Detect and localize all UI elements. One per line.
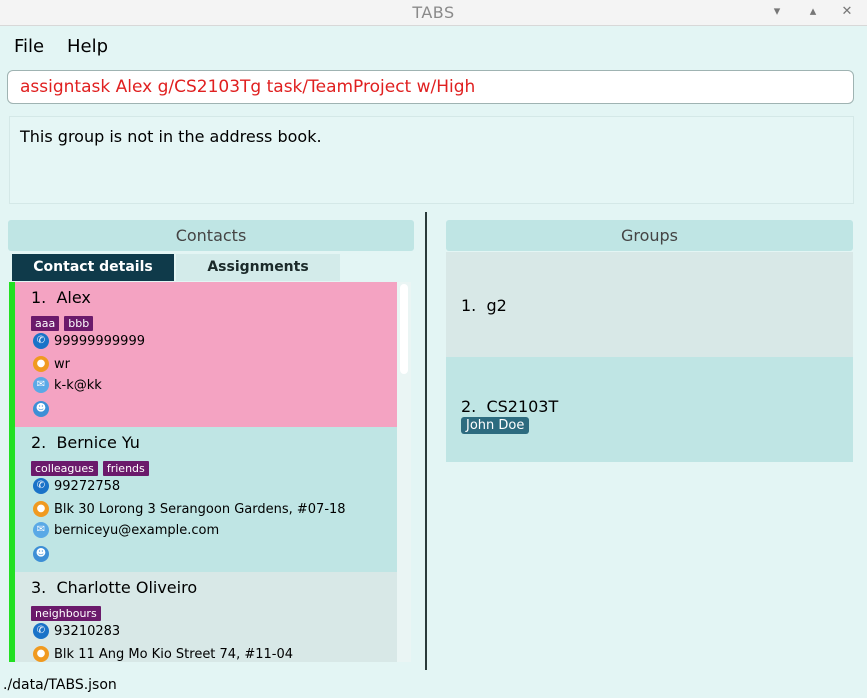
contact-card[interactable]: 2. Bernice Yu colleagues friends ✆ 9927275…	[9, 427, 397, 572]
group-list: 1. g2 2. CS2103T John Doe	[446, 252, 853, 662]
tag: colleagues	[31, 461, 98, 476]
contact-index: 1.	[31, 288, 47, 307]
contact-address: ● Blk 30 Lorong 3 Serangoon Gardens, #07-…	[33, 501, 346, 519]
tag: neighbours	[31, 606, 101, 621]
people-icon: ☻	[33, 400, 49, 417]
group-index: 2.	[461, 397, 477, 416]
result-display: This group is not in the address book.	[9, 116, 854, 204]
scrollbar-thumb[interactable]	[400, 284, 408, 374]
phone-icon: ✆	[33, 478, 49, 494]
envelope-icon: ✉	[33, 522, 49, 538]
group-name-text: CS2103T	[486, 397, 559, 416]
contact-name-text: Charlotte Oliveiro	[56, 578, 198, 597]
save-location: ./data/TABS.json	[3, 677, 117, 693]
split-divider[interactable]	[425, 212, 427, 670]
phone-icon: ✆	[33, 333, 49, 349]
contact-name-text: Bernice Yu	[56, 433, 140, 452]
group-name-text: g2	[486, 296, 507, 315]
group-card[interactable]: 2. CS2103T John Doe	[446, 357, 853, 462]
contact-phone: ✆ 93210283	[33, 623, 120, 641]
title-bar: TABS ▾ ▴ ✕	[0, 0, 867, 26]
menu-help[interactable]: Help	[67, 36, 108, 57]
contacts-tab-bar: Contact details Assignments	[8, 253, 414, 281]
group-member-badge: John Doe	[461, 417, 530, 434]
contact-tags: aaa bbb	[31, 312, 98, 331]
contact-groups: ☻	[33, 400, 54, 419]
contact-tags: colleagues friends	[31, 457, 154, 476]
contact-name-text: Alex	[56, 288, 91, 307]
contact-card[interactable]: 1. Alex aaa bbb ✆ 99999999999 ● wr ✉ k-k@kk …	[9, 282, 397, 427]
contacts-header: Contacts	[8, 220, 414, 251]
close-button[interactable]: ✕	[837, 2, 857, 22]
contact-tags: neighbours	[31, 602, 106, 621]
contact-address: ● wr	[33, 356, 70, 374]
tag: friends	[102, 461, 149, 476]
phone-icon: ✆	[33, 623, 49, 639]
location-pin-icon: ●	[33, 501, 49, 517]
group-name: 2. CS2103T	[461, 397, 558, 416]
contact-address: ● Blk 11 Ang Mo Kio Street 74, #11-04	[33, 646, 293, 662]
maximize-button[interactable]: ▴	[803, 2, 823, 22]
groups-header: Groups	[446, 220, 853, 251]
status-bar: ./data/TABS.json	[0, 670, 867, 698]
menu-file[interactable]: File	[14, 36, 44, 57]
location-pin-icon: ●	[33, 646, 49, 662]
contact-name: 1. Alex	[31, 288, 91, 307]
contact-phone: ✆ 99999999999	[33, 333, 145, 351]
result-message: This group is not in the address book.	[20, 127, 322, 146]
contact-card[interactable]: 3. Charlotte Oliveiro neighbours ✆ 932102…	[9, 572, 397, 662]
tag: bbb	[64, 316, 94, 331]
command-input[interactable]	[8, 71, 853, 103]
tab-assignments[interactable]: Assignments	[176, 254, 340, 281]
location-pin-icon: ●	[33, 356, 49, 372]
people-icon: ☻	[33, 545, 49, 562]
menu-bar: File Help	[0, 27, 867, 63]
group-name: 1. g2	[461, 296, 507, 315]
contact-groups: ☻	[33, 545, 54, 564]
contact-email: ✉ k-k@kk	[33, 377, 102, 395]
group-index: 1.	[461, 296, 477, 315]
command-box	[7, 70, 854, 104]
contact-phone: ✆ 99272758	[33, 478, 120, 496]
window-title: TABS	[412, 3, 455, 22]
contact-email: ✉ berniceyu@example.com	[33, 522, 219, 540]
envelope-icon: ✉	[33, 377, 49, 393]
contact-list: 1. Alex aaa bbb ✆ 99999999999 ● wr ✉ k-k@kk …	[9, 282, 397, 662]
contact-index: 2.	[31, 433, 47, 452]
contact-name: 2. Bernice Yu	[31, 433, 140, 452]
minimize-button[interactable]: ▾	[767, 2, 787, 22]
contact-name: 3. Charlotte Oliveiro	[31, 578, 197, 597]
tab-contact-details[interactable]: Contact details	[12, 254, 174, 281]
tag: aaa	[31, 316, 60, 331]
contact-index: 3.	[31, 578, 47, 597]
contact-list-scrollbar[interactable]	[397, 282, 411, 662]
group-card[interactable]: 1. g2	[446, 252, 853, 357]
